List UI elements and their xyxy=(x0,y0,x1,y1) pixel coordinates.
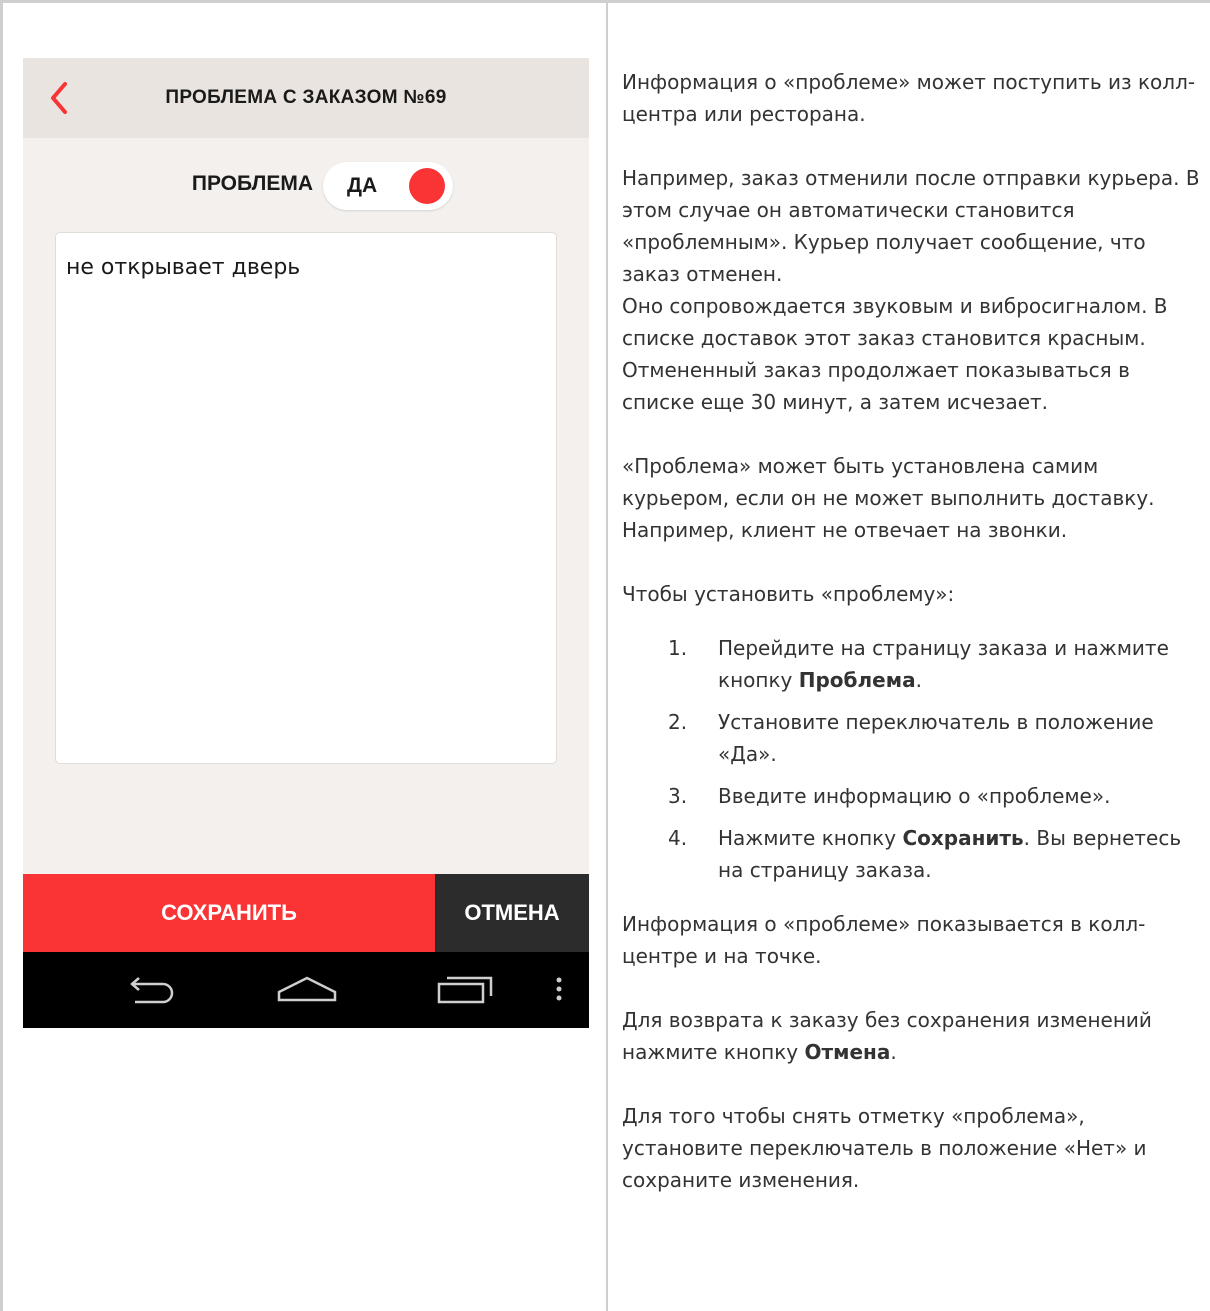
paragraph: Для того чтобы снять отметку «проблема»,… xyxy=(622,1104,1147,1192)
problem-toggle[interactable]: ДА xyxy=(323,162,453,210)
paragraph: Например, заказ отменили после отправки … xyxy=(622,166,1200,286)
back-button[interactable] xyxy=(43,76,83,120)
paragraph: «Проблема» может быть установлена самим … xyxy=(622,454,1155,542)
back-icon[interactable] xyxy=(119,970,179,1010)
list-number: 3. xyxy=(668,784,688,808)
paragraph: Для возврата к заказу без сохранения изм… xyxy=(622,1008,1152,1064)
table-border-divider xyxy=(606,0,608,1311)
problem-description-field[interactable]: не открывает дверь xyxy=(55,232,557,764)
table-border-top xyxy=(0,0,1210,3)
app-header: ПРОБЛЕМА С ЗАКАЗОМ №69 xyxy=(23,58,589,138)
save-button[interactable]: СОХРАНИТЬ xyxy=(23,874,435,952)
menu-icon[interactable] xyxy=(551,970,567,1010)
steps-list: 1. Перейдите на страницу заказа и нажмит… xyxy=(622,632,1202,886)
list-item: 1. Перейдите на страницу заказа и нажмит… xyxy=(622,632,1202,696)
instructions-text: Информация о «проблеме» может поступить … xyxy=(622,66,1202,1196)
list-number: 2. xyxy=(668,710,688,734)
chevron-left-icon xyxy=(51,82,67,114)
table-border-left xyxy=(0,0,3,1311)
list-item: 4. Нажмите кнопку Сохранить. Вы вернетес… xyxy=(622,822,1202,886)
toggle-knob xyxy=(409,168,445,204)
toggle-label: ПРОБЛЕМА xyxy=(191,172,313,195)
paragraph: Оно сопровождается звуковым и вибросигна… xyxy=(622,294,1168,414)
phone-screenshot: ПРОБЛЕМА С ЗАКАЗОМ №69 ПРОБЛЕМА ДА не от… xyxy=(23,58,589,1028)
paragraph: Чтобы установить «проблему»: xyxy=(622,582,955,606)
list-number: 1. xyxy=(668,636,688,660)
recent-apps-icon[interactable] xyxy=(433,970,497,1010)
bold-term: Сохранить xyxy=(902,826,1024,850)
bold-term: Отмена xyxy=(804,1040,891,1064)
cancel-button[interactable]: ОТМЕНА xyxy=(435,874,589,952)
bold-term: Проблема xyxy=(798,668,916,692)
list-number: 4. xyxy=(668,826,688,850)
paragraph: Информация о «проблеме» может поступить … xyxy=(622,70,1196,126)
page-title: ПРОБЛЕМА С ЗАКАЗОМ №69 xyxy=(165,87,447,108)
android-nav-bar xyxy=(23,952,589,1028)
paragraph: Информация о «проблеме» показывается в к… xyxy=(622,912,1146,968)
list-item: 3. Введите информацию о «проблеме». xyxy=(622,780,1202,812)
list-item: 2. Установите переключатель в положение … xyxy=(622,706,1202,770)
home-icon[interactable] xyxy=(275,970,339,1010)
toggle-value: ДА xyxy=(347,174,378,197)
